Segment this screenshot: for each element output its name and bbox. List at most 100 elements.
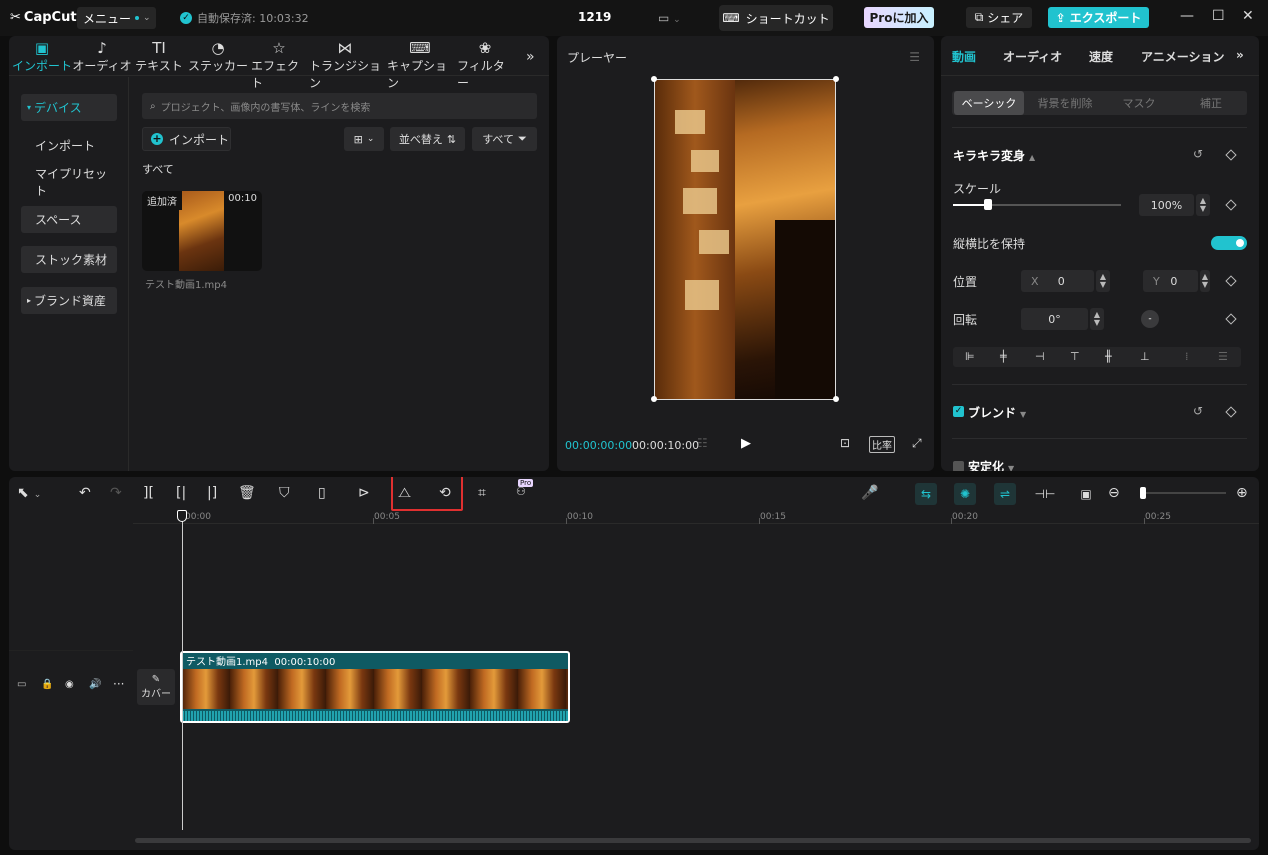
position-x-input[interactable]: X0	[1021, 270, 1094, 292]
layout-icon[interactable]: ▭ ⌄	[658, 11, 681, 25]
blend-checkbox[interactable]: ✓	[953, 406, 964, 417]
ratio-button[interactable]: 比率	[869, 436, 895, 453]
reverse-icon[interactable]: ⊳	[358, 485, 370, 501]
distribute-h-icon[interactable]: ⁞	[1185, 350, 1189, 363]
subtab-adjust[interactable]: 補正	[1176, 91, 1246, 115]
more-tabs-icon[interactable]: »	[526, 49, 535, 65]
keyframe-icon[interactable]	[1225, 199, 1237, 211]
keyframe-icon[interactable]	[1225, 275, 1237, 287]
export-button[interactable]: ⇪ エクスポート	[1048, 7, 1149, 28]
play-icon[interactable]: ▶	[741, 436, 751, 451]
time-ruler[interactable]: 00:00 00:05 00:10 00:15 00:20 00:25	[133, 510, 1259, 524]
minimize-icon[interactable]: —	[1180, 8, 1194, 24]
zoom-slider[interactable]	[1140, 487, 1226, 499]
section-title[interactable]: キラキラ変身 ▲	[953, 147, 1035, 164]
marker-icon[interactable]: ⛉	[279, 485, 290, 501]
tab-video[interactable]: 動画	[952, 48, 976, 65]
preview-axis-icon[interactable]: ▣	[1075, 483, 1097, 505]
position-y-input[interactable]: Y0	[1143, 270, 1198, 292]
position-y-stepper[interactable]: ▲ ▼	[1200, 270, 1210, 292]
keyframe-icon[interactable]	[1225, 149, 1237, 161]
tab-effect[interactable]: ☆ エフェクト	[251, 39, 307, 91]
sidebar-item-space[interactable]: スペース	[21, 206, 117, 233]
crop-icon[interactable]: ⌗	[478, 485, 486, 501]
keep-ratio-toggle[interactable]	[1211, 236, 1247, 250]
distribute-v-icon[interactable]: ☰	[1218, 350, 1228, 363]
tab-sticker[interactable]: ◔ ステッカー	[187, 39, 249, 74]
reset-icon[interactable]: ↺	[1193, 147, 1203, 161]
align-center-v-icon[interactable]: ╫	[1105, 350, 1112, 363]
subtab-mask[interactable]: マスク	[1104, 91, 1174, 115]
keyframe-icon[interactable]	[1225, 313, 1237, 325]
resize-handle[interactable]	[833, 396, 839, 402]
fit-icon[interactable]: ⊡	[840, 436, 850, 450]
undo-icon[interactable]: ↶	[79, 485, 91, 501]
auto-snap-icon[interactable]: ✺	[954, 483, 976, 505]
playhead-line[interactable]	[182, 514, 183, 830]
subtab-remove-bg[interactable]: 背景を削除	[1028, 91, 1102, 115]
playhead-handle[interactable]	[177, 510, 187, 522]
stabilize-checkbox[interactable]	[953, 461, 964, 471]
pro-cutout-icon[interactable]: Pro ⚇	[516, 479, 534, 498]
media-item[interactable]: 追加済 00:10	[142, 191, 262, 271]
align-center-h-icon[interactable]: ╪	[1000, 350, 1007, 363]
resize-handle[interactable]	[651, 76, 657, 82]
resize-handle[interactable]	[833, 76, 839, 82]
microphone-icon[interactable]: 🎤	[861, 485, 878, 501]
sort-button[interactable]: 並べ替え ⇅	[390, 127, 465, 151]
tab-import[interactable]: ▣ インポート	[12, 39, 72, 74]
import-button[interactable]: + インポート	[142, 127, 231, 151]
tab-filter[interactable]: ❀ フィルター	[457, 39, 513, 91]
tab-speed[interactable]: 速度	[1089, 48, 1113, 65]
freeze-icon[interactable]: ▯	[318, 485, 326, 501]
position-x-stepper[interactable]: ▲ ▼	[1096, 270, 1110, 292]
align-bottom-icon[interactable]: ⊥	[1140, 350, 1150, 363]
hamburger-icon[interactable]: ☰	[909, 50, 920, 64]
horizontal-scrollbar[interactable]	[135, 838, 1251, 843]
align-left-icon[interactable]: ⊫	[965, 350, 975, 363]
view-toggle-button[interactable]: ⊞ ⌄	[344, 127, 384, 151]
slider-knob[interactable]	[984, 199, 992, 210]
delete-right-icon[interactable]: |]	[207, 485, 217, 501]
menu-button[interactable]: メニュー ⌄	[77, 7, 156, 29]
sidebar-item-stock[interactable]: ストック素材	[21, 246, 117, 273]
rotation-input[interactable]: 0°	[1021, 308, 1088, 330]
split-screen-icon[interactable]: ⊣⊢	[1034, 483, 1056, 505]
cover-button[interactable]: ✎ カバー	[137, 669, 175, 705]
tab-caption[interactable]: ⌨ キャプション	[387, 39, 453, 91]
pro-button[interactable]: Proに加入	[864, 7, 934, 28]
tab-transition[interactable]: ⋈ トランジション	[309, 39, 381, 91]
split-icon[interactable]: ][	[143, 485, 154, 501]
blend-section[interactable]: ブレンド ▼	[968, 404, 1026, 421]
stabilize-section[interactable]: 安定化 ▼	[968, 458, 1014, 471]
zoom-in-icon[interactable]: ⊕	[1236, 485, 1248, 501]
fullscreen-icon[interactable]: ⤢	[912, 436, 922, 451]
close-icon[interactable]: ✕	[1242, 8, 1254, 24]
subtab-basic[interactable]: ベーシック	[954, 91, 1024, 115]
linkage-icon[interactable]: ⇌	[994, 483, 1016, 505]
resize-handle[interactable]	[651, 396, 657, 402]
align-top-icon[interactable]: ⊤	[1070, 350, 1080, 363]
project-name[interactable]: 1219	[578, 10, 611, 24]
more-tabs-icon[interactable]: »	[1236, 48, 1244, 62]
reset-icon[interactable]: ↺	[1193, 404, 1203, 418]
keyframe-icon[interactable]	[1225, 406, 1237, 418]
video-preview[interactable]	[654, 79, 836, 400]
sidebar-item-device[interactable]: ▾ デバイス	[21, 94, 117, 121]
speaker-icon[interactable]: 🔊	[89, 679, 101, 690]
tab-animation[interactable]: アニメーション	[1141, 48, 1225, 65]
rotation-dial[interactable]: -	[1141, 310, 1159, 328]
redo-icon[interactable]: ↷	[110, 485, 122, 501]
delete-left-icon[interactable]: [|	[176, 485, 186, 501]
maximize-icon[interactable]: ☐	[1212, 8, 1225, 24]
zoom-out-icon[interactable]: ⊖	[1108, 485, 1120, 501]
sidebar-item-import[interactable]: インポート	[21, 132, 117, 159]
share-button[interactable]: ⧉ シェア	[966, 7, 1032, 28]
trash-icon[interactable]: 🗑	[238, 485, 256, 501]
lock-icon[interactable]: 🔒	[41, 679, 53, 690]
scale-slider[interactable]	[953, 199, 1121, 210]
filter-button[interactable]: すべて ⏷	[472, 127, 537, 151]
zoom-knob[interactable]	[1140, 487, 1146, 499]
video-clip[interactable]: テスト動画1.mp4 00:00:10:00	[180, 651, 570, 723]
tab-text[interactable]: TI テキスト	[133, 39, 185, 74]
